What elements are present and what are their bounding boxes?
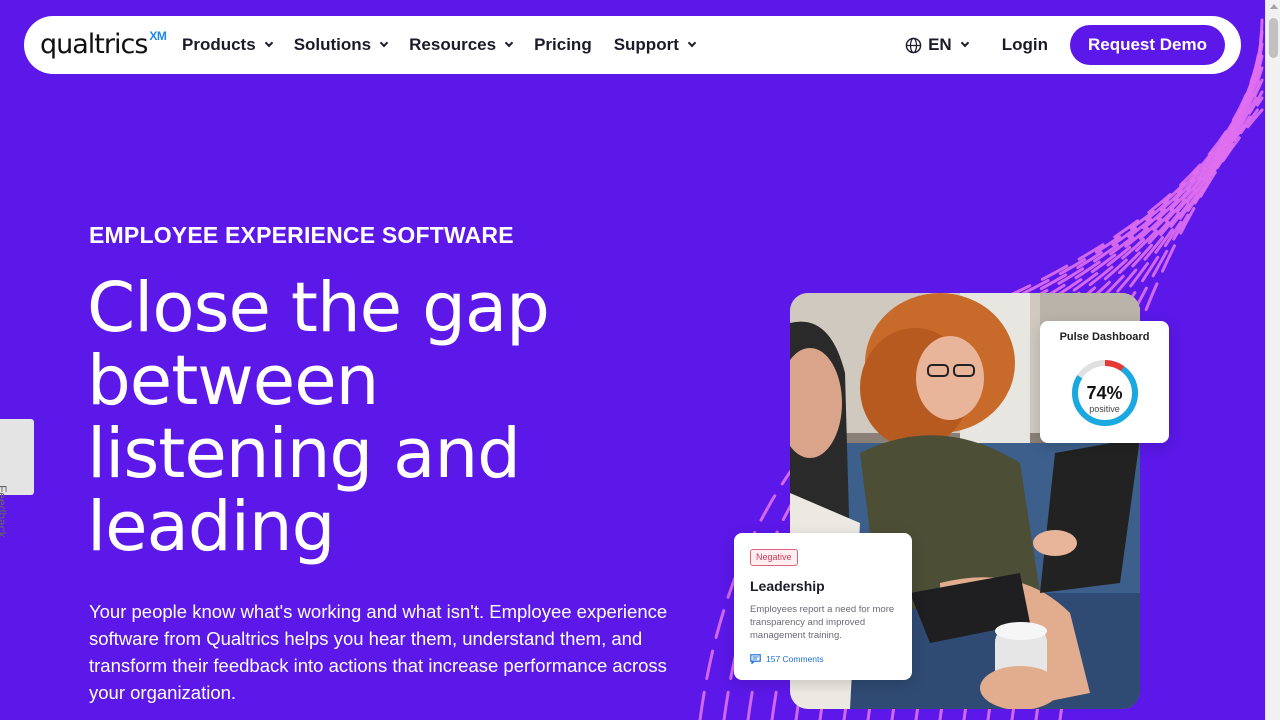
comments-link[interactable]: 157 Comments (750, 654, 824, 664)
nav-item-support[interactable]: Support (613, 35, 697, 55)
chevron-down-icon (264, 38, 273, 48)
pulse-sublabel: positive (1089, 404, 1120, 414)
login-link[interactable]: Login (1002, 35, 1048, 55)
comment-icon (750, 654, 761, 664)
nav-item-label: Solutions (293, 35, 372, 54)
nav-item-label: Support (613, 35, 679, 54)
hero-headline: Close the gap between listening and lead… (87, 272, 707, 564)
language-selector[interactable]: EN (905, 35, 969, 55)
language-label: EN (928, 35, 952, 54)
nav-item-label: Pricing (534, 35, 592, 54)
feedback-tab[interactable]: Feedback (0, 419, 34, 538)
nav-item-solutions[interactable]: Solutions (293, 35, 389, 55)
chevron-down-icon (960, 38, 969, 48)
globe-icon (905, 37, 922, 53)
chevron-down-icon (379, 38, 389, 48)
request-demo-button[interactable]: Request Demo (1069, 25, 1225, 65)
hero-eyebrow: EMPLOYEE EXPERIENCE SOFTWARE (89, 222, 514, 248)
hero-body: Your people know what's working and what… (89, 601, 668, 703)
nav-menu: Products Solutions Resources Pricing Sup… (182, 16, 717, 74)
headline-line: leading (87, 487, 335, 567)
sentiment-badge: Negative (750, 549, 798, 566)
leadership-title: Leadership (750, 578, 825, 594)
leadership-text: Employees report a need for more transpa… (750, 604, 895, 641)
pulse-dashboard-card: Pulse Dashboard 74% positive (1040, 321, 1169, 443)
chevron-down-icon (504, 38, 514, 48)
nav-item-label: Products (182, 35, 256, 54)
headline-line: listening and (87, 414, 521, 494)
nav-item-resources[interactable]: Resources (409, 35, 514, 55)
qualtrics-logo[interactable]: qualtrics XM (40, 26, 167, 66)
headline-line: Close the gap (87, 268, 550, 348)
scroll-up-arrow-icon[interactable] (1270, 4, 1278, 9)
leadership-card: Negative Leadership Employees report a n… (734, 533, 912, 680)
chevron-down-icon (687, 38, 697, 48)
nav-item-label: Resources (409, 35, 497, 54)
logo-wordmark: qualtrics (40, 29, 148, 60)
nav-item-products[interactable]: Products (182, 35, 273, 55)
nav-item-pricing[interactable]: Pricing (534, 35, 592, 55)
page-scrollbar[interactable] (1265, 0, 1280, 720)
comments-count: 157 Comments (766, 654, 824, 664)
pulse-percent: 74% (1086, 383, 1123, 403)
headline-line: between (87, 341, 379, 421)
top-navigation: qualtrics XM Products Solutions Resource… (24, 16, 1241, 74)
feedback-label: Feedback (0, 485, 9, 538)
scrollbar-thumb[interactable] (1269, 18, 1278, 58)
pulse-card-title: Pulse Dashboard (1059, 331, 1150, 343)
logo-xm-mark: XM (149, 29, 167, 43)
nav-actions: EN Login Request Demo (905, 16, 1225, 74)
